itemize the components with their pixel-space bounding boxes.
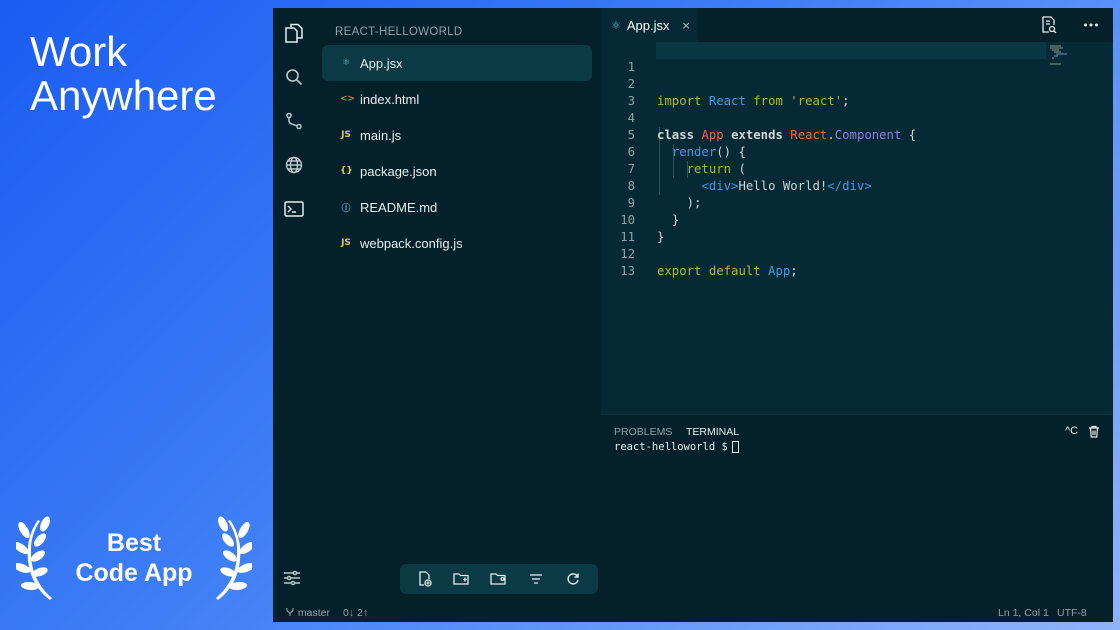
- code-line: 4 class App extends React.Component {: [601, 93, 1113, 142]
- js-file-icon: JS: [341, 130, 351, 140]
- code-line: 8 );: [601, 161, 1113, 210]
- close-icon[interactable]: ×: [682, 19, 691, 32]
- terminal-output[interactable]: react-helloworld $: [614, 441, 739, 453]
- globe-icon[interactable]: [283, 154, 305, 176]
- award-line2: Code App: [75, 559, 193, 587]
- editor-tab-bar: ⚛ App.jsx ×: [601, 8, 1113, 42]
- code-line: 10 }: [601, 195, 1113, 244]
- bottom-panel: PROBLEMS TERMINAL ^C react-helloworld $: [601, 414, 1113, 604]
- settings-sliders-icon[interactable]: [283, 570, 305, 592]
- award-line1: Best: [106, 529, 162, 557]
- file-explorer: REACT-HELLOWORLD ⚛ App.jsx <> index.html…: [315, 8, 601, 604]
- branch-name: master: [297, 607, 331, 619]
- interrupt-button[interactable]: ^C: [1065, 425, 1078, 437]
- promo-headline-line2: Anywhere: [30, 72, 217, 119]
- terminal-prompt: react-helloworld $: [614, 441, 728, 453]
- filter-icon[interactable]: [526, 569, 546, 589]
- info-file-icon: ⓘ: [341, 203, 351, 214]
- file-name: webpack.config.js: [360, 235, 463, 251]
- project-title: REACT-HELLOWORLD: [335, 26, 463, 38]
- award-text: Best Code App: [64, 528, 204, 588]
- promo-headline-line1: Work: [30, 28, 128, 75]
- trash-icon[interactable]: [1088, 425, 1100, 441]
- open-folder-icon[interactable]: [489, 569, 509, 589]
- promo-headline: Work Anywhere: [30, 30, 260, 118]
- code-line: 11: [601, 212, 1113, 244]
- file-name: README.md: [360, 199, 438, 215]
- code-line: 3: [601, 76, 1113, 108]
- json-file-icon: {}: [340, 166, 353, 176]
- laurel-right-icon: [216, 516, 252, 600]
- code-line: 7 <div>Hello World!</div>: [601, 144, 1113, 193]
- branch-status[interactable]: master: [285, 607, 330, 619]
- encoding-status[interactable]: UTF-8: [1057, 607, 1087, 619]
- code-line: 1: [601, 42, 1113, 74]
- search-icon[interactable]: [283, 66, 305, 88]
- code-line: 5 render() {: [601, 110, 1113, 159]
- file-item-index-html[interactable]: <> index.html: [322, 81, 592, 117]
- code-text: export default App;: [657, 263, 798, 280]
- refresh-icon[interactable]: [563, 569, 583, 589]
- punctuation: ;: [790, 264, 798, 278]
- status-bar: master 0↓ 2↑ Ln 1, Col 1 UTF-8: [273, 604, 1113, 622]
- award-badge: Best Code App: [14, 516, 254, 604]
- file-item-readme-md[interactable]: ⓘ README.md: [322, 189, 592, 225]
- activity-bar: [273, 8, 315, 604]
- tab-app-jsx[interactable]: ⚛ App.jsx ×: [601, 8, 697, 42]
- preview-document-icon[interactable]: [1041, 16, 1059, 34]
- keyword: default: [708, 264, 761, 278]
- files-icon[interactable]: [283, 22, 305, 44]
- code-editor[interactable]: 1 2 import React from 'react'; 3 4 class…: [601, 42, 1113, 414]
- explorer-toolbar: [400, 564, 598, 594]
- sync-status[interactable]: 0↓ 2↑: [343, 607, 368, 619]
- file-item-app-jsx[interactable]: ⚛ App.jsx: [322, 45, 592, 81]
- cursor-position[interactable]: Ln 1, Col 1: [998, 607, 1049, 619]
- file-item-main-js[interactable]: JS main.js: [322, 117, 592, 153]
- code-line: 12 export default App;: [601, 229, 1113, 278]
- file-list: ⚛ App.jsx <> index.html JS main.js {} pa…: [322, 45, 592, 261]
- line-number: 13: [620, 264, 635, 278]
- code-line: 6 return (: [601, 127, 1113, 176]
- js-file-icon: JS: [341, 238, 351, 248]
- react-file-icon: ⚛: [341, 58, 351, 68]
- source-control-icon[interactable]: [283, 110, 305, 132]
- react-file-icon: ⚛: [611, 18, 621, 32]
- more-options-icon[interactable]: [1083, 16, 1101, 34]
- tab-terminal[interactable]: TERMINAL: [686, 426, 739, 438]
- tab-label: App.jsx: [626, 17, 670, 33]
- terminal-cursor: [731, 441, 739, 453]
- branch-icon: [286, 608, 294, 616]
- code-line: 2 import React from 'react';: [601, 59, 1113, 108]
- file-item-package-json[interactable]: {} package.json: [322, 153, 592, 189]
- code-line: 9 }: [601, 178, 1113, 227]
- file-item-webpack-config-js[interactable]: JS webpack.config.js: [322, 225, 592, 261]
- file-name: package.json: [360, 163, 437, 179]
- code-line: 13: [601, 246, 1113, 278]
- html-file-icon: <>: [340, 94, 356, 104]
- identifier: App: [768, 264, 791, 278]
- code-editor-window: REACT-HELLOWORLD ⚛ App.jsx <> index.html…: [273, 8, 1113, 622]
- terminal-icon[interactable]: [283, 198, 305, 220]
- editor-pane: ⚛ App.jsx × 1 2 import React from 'react…: [601, 8, 1113, 604]
- new-file-icon[interactable]: [415, 569, 435, 589]
- file-name: main.js: [360, 127, 402, 143]
- laurel-left-icon: [16, 516, 52, 600]
- new-folder-icon[interactable]: [452, 569, 472, 589]
- file-name: index.html: [360, 91, 420, 107]
- file-name: App.jsx: [360, 55, 403, 71]
- tab-problems[interactable]: PROBLEMS: [614, 426, 672, 438]
- keyword: export: [657, 264, 702, 278]
